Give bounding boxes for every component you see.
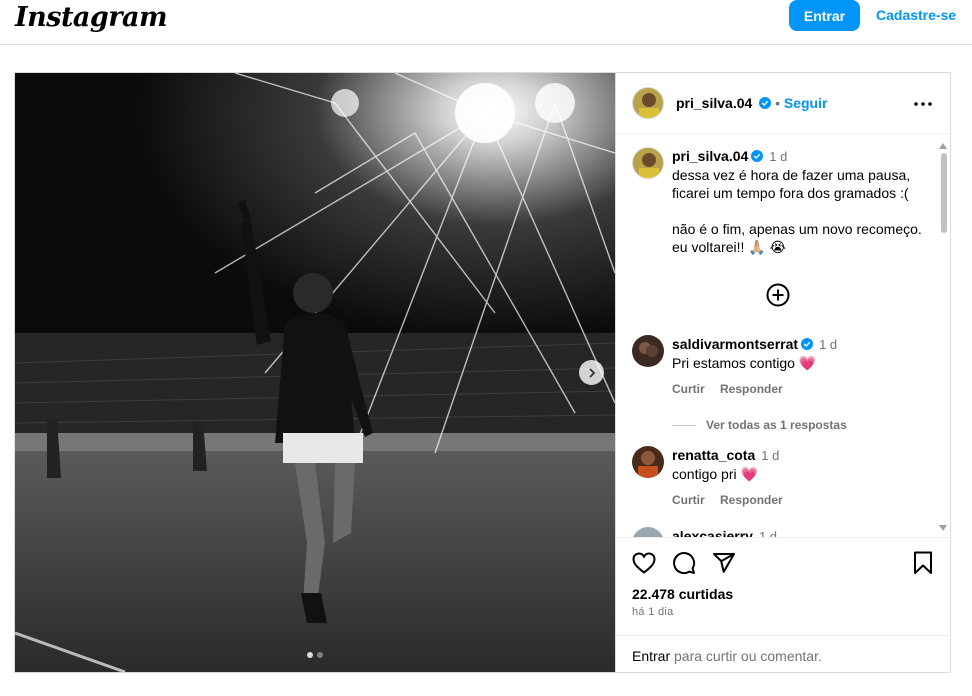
reply-button[interactable]: Responder xyxy=(720,382,783,396)
caption-time: 1 d xyxy=(769,149,788,164)
login-prompt: Entrar para curtir ou comentar. xyxy=(616,635,951,673)
reply-button[interactable]: Responder xyxy=(720,493,783,507)
comment: saldivarmontserrat 1 d Pri estamos contig… xyxy=(632,335,932,434)
verified-icon xyxy=(759,97,772,109)
carousel-dot xyxy=(307,652,313,658)
avatar-image xyxy=(639,93,659,118)
author-avatar[interactable] xyxy=(632,87,664,119)
login-prompt-text: para curtir ou comentar. xyxy=(670,648,822,664)
caption: pri_silva.04 1 d dessa vez é hora de faze… xyxy=(632,147,932,256)
comment-text: Pri estamos contigo 💗 xyxy=(672,355,817,371)
comment-avatar[interactable] xyxy=(632,446,664,478)
comment: renatta_cota 1 d contigo pri 💗 Curtir Res… xyxy=(632,446,932,509)
replies-divider xyxy=(672,424,696,426)
like-comment-button[interactable]: Curtir xyxy=(672,493,705,507)
comment-body: alexcasierry 1 d xyxy=(672,527,932,537)
instagram-logo[interactable]: Instagram xyxy=(15,2,168,33)
caption-line: dessa vez é hora de fazer uma pausa, xyxy=(672,167,911,183)
comment-time: 1 d xyxy=(819,337,838,352)
caption-line: não é o fim, apenas um novo recomeço. xyxy=(672,221,922,237)
comment: alexcasierry 1 d xyxy=(632,527,932,537)
likes-count[interactable]: 22.478 curtidas xyxy=(632,586,733,602)
comment-time: 1 d xyxy=(758,529,778,537)
comments-section[interactable]: pri_silva.04 1 d dessa vez é hora de faze… xyxy=(616,135,951,537)
caption-line: ficarei um tempo fora dos gramados :( xyxy=(672,185,909,201)
comment-time: 1 d xyxy=(761,448,780,463)
comment-text: contigo pri 💗 xyxy=(672,466,758,482)
signup-link[interactable]: Cadastre-se xyxy=(876,7,956,23)
carousel-dots xyxy=(307,652,323,658)
caption-body: pri_silva.04 1 d dessa vez é hora de faze… xyxy=(672,147,932,256)
comment-icon[interactable] xyxy=(672,551,696,575)
follow-button[interactable]: Seguir xyxy=(784,95,828,111)
comment-actions: Curtir Responder xyxy=(672,491,932,509)
comment-username[interactable]: saldivarmontserrat xyxy=(672,336,798,352)
bookmark-icon[interactable] xyxy=(913,551,933,575)
add-comment-icon[interactable] xyxy=(766,283,790,307)
view-replies-label[interactable]: Ver todas as 1 respostas xyxy=(706,416,847,434)
comment-body: renatta_cota 1 d contigo pri 💗 xyxy=(672,446,932,483)
post-container: pri_silva.04 • Seguir pri_silva.04 1 d de… xyxy=(14,72,951,673)
view-replies[interactable]: Ver todas as 1 respostas xyxy=(672,416,932,434)
caption-username[interactable]: pri_silva.04 xyxy=(672,148,748,164)
comment-body: saldivarmontserrat 1 d Pri estamos contig… xyxy=(672,335,932,372)
comment-username[interactable]: renatta_cota xyxy=(672,447,755,463)
post-date: há 1 dia xyxy=(632,606,674,618)
post-sidebar: pri_silva.04 • Seguir pri_silva.04 1 d de… xyxy=(615,73,951,672)
chevron-right-icon xyxy=(588,367,595,378)
comment-avatar[interactable] xyxy=(632,335,664,367)
login-button[interactable]: Entrar xyxy=(789,0,860,31)
caption-line: eu voltarei!! 🙏🏼 😭 xyxy=(672,239,786,255)
photo-image xyxy=(15,73,615,672)
verified-icon xyxy=(751,150,764,162)
login-prompt-link[interactable]: Entrar xyxy=(632,648,670,664)
post-header: pri_silva.04 • Seguir xyxy=(616,73,951,134)
post-photo[interactable] xyxy=(15,73,615,672)
avatar-image xyxy=(638,451,658,478)
comment-actions: Curtir Responder xyxy=(672,380,932,398)
next-image-button[interactable] xyxy=(579,360,604,385)
scroll-up-icon[interactable] xyxy=(939,143,947,149)
avatar-image xyxy=(639,342,658,357)
like-comment-button[interactable]: Curtir xyxy=(672,382,705,396)
share-icon[interactable] xyxy=(712,551,736,575)
comment-avatar[interactable] xyxy=(632,527,664,537)
verified-icon xyxy=(801,338,814,350)
comment-username[interactable]: alexcasierry xyxy=(672,528,753,537)
author-username[interactable]: pri_silva.04 xyxy=(676,95,752,111)
author-line: pri_silva.04 • Seguir xyxy=(676,95,828,111)
post-actions: 22.478 curtidas há 1 dia Entrar para cur… xyxy=(616,537,951,672)
more-icon[interactable] xyxy=(913,101,933,107)
heart-icon[interactable] xyxy=(632,552,656,574)
avatar-image xyxy=(639,153,659,178)
top-bar: Instagram Entrar Cadastre-se xyxy=(0,0,972,45)
caption-line xyxy=(672,202,932,220)
carousel-dot xyxy=(317,652,323,658)
caption-avatar[interactable] xyxy=(632,147,664,179)
scroll-down-icon[interactable] xyxy=(939,525,947,531)
comments-scrollbar[interactable] xyxy=(941,153,947,233)
